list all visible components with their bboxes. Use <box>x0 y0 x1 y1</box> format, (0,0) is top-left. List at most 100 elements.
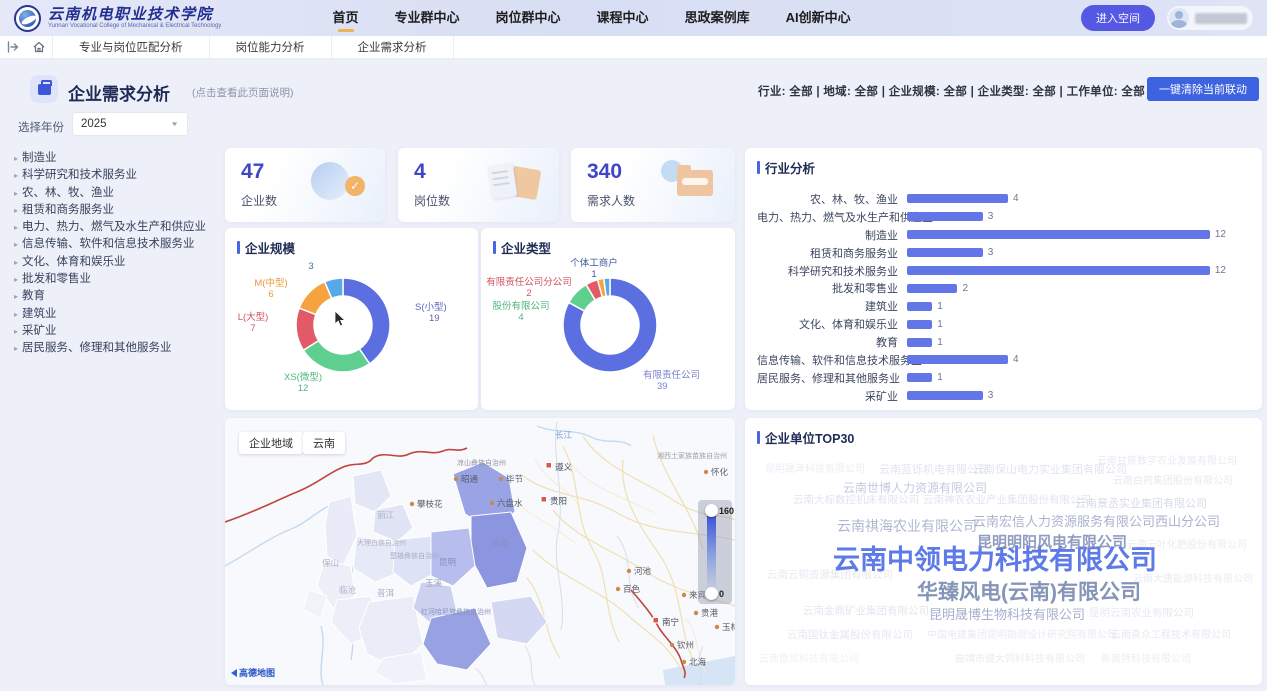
bar[interactable] <box>907 320 932 329</box>
map-label: 玉溪 <box>425 578 443 588</box>
word-cloud-item[interactable]: 云南国钛金属股份有限公司 <box>787 630 913 642</box>
company-size-panel: 企业规模 S(小型)19XS(微型)12L(大型)7M(中型)63 <box>225 228 478 410</box>
enter-space-button[interactable]: 进入空间 <box>1081 5 1155 31</box>
industry-tree-item[interactable]: ▸科学研究和技术服务业 <box>14 167 216 184</box>
industry-tree-item[interactable]: ▸建筑业 <box>14 306 216 323</box>
industry-tree-item[interactable]: ▸文化、体育和娱乐业 <box>14 254 216 271</box>
nav-item[interactable]: AI创新中心 <box>786 0 851 36</box>
bar[interactable] <box>907 338 932 347</box>
nav-item[interactable]: 专业群中心 <box>395 0 460 36</box>
word-cloud-item[interactable]: 华臻风电(云南)有限公司 <box>917 581 1141 604</box>
industry-tree-item[interactable]: ▸信息传输、软件和信息技术服务业 <box>14 236 216 253</box>
map-label: 曲靖 <box>491 538 509 548</box>
tab-1[interactable]: 岗位能力分析 <box>209 36 331 58</box>
bar-row: 采矿业3 <box>757 387 1250 405</box>
word-cloud-item[interactable]: 云南惠风科技有限公司 <box>759 654 859 665</box>
donut-slice[interactable] <box>303 341 369 372</box>
caret-icon: ▸ <box>14 254 18 271</box>
legend-max-value: 160 <box>719 506 734 516</box>
industry-tree-item[interactable]: ▸租赁和商务服务业 <box>14 202 216 219</box>
active-filters: 行业: 全部 | 地域: 全部 | 企业规模: 全部 | 企业类型: 全部 | … <box>758 83 1145 99</box>
word-cloud-item[interactable]: 云南查众工程技术有限公司 <box>1111 630 1231 641</box>
word-cloud-item[interactable]: 云南宏信人力资源服务有限公司西山分公司 <box>973 515 1220 529</box>
map-label: 临沧 <box>339 585 357 595</box>
map-label: 保山 <box>322 558 339 568</box>
industry-tree-item[interactable]: ▸采矿业 <box>14 323 216 340</box>
industry-bar-chart: 农、林、牧、渔业4电力、热力、燃气及水生产和供应业3制造业12租赁和商务服务业3… <box>757 190 1250 405</box>
map-heat-legend: 160 0 <box>698 500 732 604</box>
map-label: 湘西土家族苗族自治州 <box>657 451 727 460</box>
word-cloud-item[interactable]: 云南甘蔗数字农业发展有限公司 <box>1097 456 1237 467</box>
legend-min-handle[interactable] <box>705 587 718 600</box>
map-label: 毕节 <box>506 474 524 484</box>
word-cloud-item[interactable]: 昆明晟泽科技有限公司 <box>765 464 865 475</box>
industry-tree-item[interactable]: ▸制造业 <box>14 150 216 167</box>
bar[interactable] <box>907 284 957 293</box>
tab-2[interactable]: 企业需求分析 <box>331 36 454 58</box>
bar[interactable] <box>907 391 983 400</box>
word-cloud-item[interactable]: 昆明明阳风电有限公司 <box>977 535 1127 552</box>
industry-tree-item[interactable]: ▸教育 <box>14 288 216 305</box>
expand-sidebar-icon[interactable] <box>6 40 20 54</box>
year-select-value: 2025 <box>81 118 107 130</box>
tab-0[interactable]: 专业与岗位匹配分析 <box>52 36 209 58</box>
word-cloud-item[interactable]: 云南金鼎矿业集团有限公司 <box>803 606 929 618</box>
map-label: 河池 <box>634 566 652 576</box>
word-cloud-item[interactable]: 云南大唐能源科技有限公司 <box>1133 574 1253 585</box>
clear-linkage-button[interactable]: 一键清除当前联动 <box>1147 77 1259 101</box>
word-cloud-item[interactable]: 昆明晟博生物科技有限公司 <box>929 608 1085 622</box>
panel-title: 行业分析 <box>757 158 815 177</box>
page-hint[interactable]: (点击查看此页面说明) <box>192 85 294 100</box>
word-cloud-item[interactable]: 中国电建集团昆明勘测设计研究院有限公司 <box>927 630 1117 641</box>
nav-item[interactable]: 首页 <box>333 0 359 36</box>
map-label: 怀化 <box>711 467 729 477</box>
industry-tree: ▸制造业▸科学研究和技术服务业▸农、林、牧、渔业▸租赁和商务服务业▸电力、热力、… <box>14 150 216 358</box>
word-cloud-item[interactable]: 云南祺海农业有限公司 <box>837 519 977 534</box>
bar[interactable] <box>907 302 932 311</box>
bar-row: 科学研究和技术服务业12 <box>757 262 1250 280</box>
map-mode-chip[interactable]: 企业地域 <box>239 432 303 454</box>
stat-label: 岗位数 <box>414 192 450 209</box>
bar[interactable] <box>907 373 932 382</box>
word-cloud-item[interactable]: 云南云叶化肥股份有限公司 <box>1127 540 1247 551</box>
nav-item[interactable]: 岗位群中心 <box>496 0 561 36</box>
year-select[interactable]: 2025 ▼ <box>72 112 188 136</box>
bar[interactable] <box>907 266 1210 275</box>
word-cloud-item[interactable]: 曲靖市健大饲料科技有限公司 <box>955 654 1085 665</box>
word-cloud-item[interactable]: 新奥特科技有限公司 <box>1101 654 1191 665</box>
nav-item[interactable]: 思政案例库 <box>685 0 750 36</box>
map-label: 红河哈尼族彝族自治州 <box>421 607 491 616</box>
industry-tree-item[interactable]: ▸批发和零售业 <box>14 271 216 288</box>
caret-icon: ▸ <box>14 306 18 323</box>
bar[interactable] <box>907 355 1008 364</box>
caret-icon: ▸ <box>14 340 18 357</box>
yunnan-map[interactable]: 长江凉山彝族自治州昭通毕节遵义湘西土家族苗族自治州怀化攀枝花六盘水贵阳丽江大理白… <box>225 418 735 685</box>
word-cloud-item[interactable]: 昆明云南农业有限公司 <box>1089 608 1194 620</box>
industry-tree-item[interactable]: ▸电力、热力、燃气及水生产和供应业 <box>14 219 216 236</box>
word-cloud-item[interactable]: 云南白药集团股份有限公司 <box>1113 476 1233 487</box>
donut-slice[interactable] <box>343 278 390 364</box>
stat-label: 企业数 <box>241 192 277 209</box>
word-cloud-item[interactable]: 云南景丞实业集团有限公司 <box>1075 498 1207 510</box>
company-type-donut-chart: 有限责任公司39股份有限公司4有限责任公司分公司2个体工商户1 <box>481 252 735 406</box>
bar[interactable] <box>907 194 1008 203</box>
nav-item[interactable]: 课程中心 <box>597 0 649 36</box>
industry-tree-item[interactable]: ▸农、林、牧、渔业 <box>14 185 216 202</box>
word-cloud-item[interactable]: 云南云铜资源集团有限公司 <box>767 570 893 582</box>
user-account[interactable] <box>1167 6 1253 30</box>
analysis-tabs: 专业与岗位匹配分析岗位能力分析企业需求分析 <box>52 36 454 58</box>
bar-row: 批发和零售业2 <box>757 279 1250 297</box>
bar[interactable] <box>907 248 983 257</box>
bar-row: 教育1 <box>757 333 1250 351</box>
bar[interactable] <box>907 230 1210 239</box>
word-cloud-item[interactable]: 云南大标数控机床有限公司 <box>793 495 919 507</box>
word-cloud-item[interactable]: 云南神农农业产业集团股份有限公司 <box>923 495 1091 507</box>
map-region-chip[interactable]: 云南 <box>303 432 345 454</box>
donut-label: M(中型)6 <box>254 277 287 300</box>
home-icon[interactable] <box>32 40 46 54</box>
bar[interactable] <box>907 212 983 221</box>
caret-icon: ▸ <box>14 150 18 167</box>
legend-max-handle[interactable] <box>705 504 718 517</box>
industry-tree-item[interactable]: ▸居民服务、修理和其他服务业 <box>14 340 216 357</box>
main-nav: 首页专业群中心岗位群中心课程中心思政案例库 AI创新中心 <box>333 0 851 36</box>
